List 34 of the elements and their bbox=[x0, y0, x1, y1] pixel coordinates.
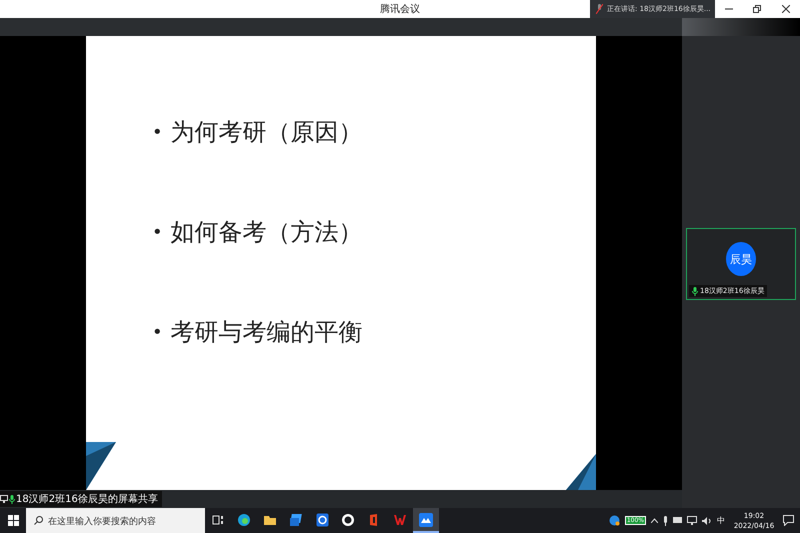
window-title: 腾讯会议 bbox=[380, 2, 420, 16]
edge-icon bbox=[237, 512, 251, 526]
task-view-icon bbox=[212, 514, 224, 526]
close-icon[interactable] bbox=[782, 5, 790, 13]
microphone-icon[interactable] bbox=[663, 516, 668, 526]
restore-icon[interactable] bbox=[753, 5, 762, 13]
bullet-mark: • bbox=[152, 122, 163, 142]
meeting-icon bbox=[419, 512, 433, 526]
share-label-text: 18汉师2班16徐辰昊的屏幕共享 bbox=[16, 492, 158, 506]
corner-decoration bbox=[86, 442, 116, 490]
bullet-mark: • bbox=[152, 322, 163, 342]
bullet-mark: • bbox=[152, 222, 163, 242]
muted-microphone-icon bbox=[596, 4, 603, 14]
folder-icon bbox=[263, 514, 277, 526]
cards-icon bbox=[289, 512, 303, 526]
slide-bullet-text: 如何备考（方法） bbox=[170, 217, 363, 248]
notification-icon[interactable] bbox=[783, 515, 794, 526]
screen-icon bbox=[0, 495, 8, 503]
caret-icon[interactable] bbox=[651, 518, 658, 523]
speaker-icon[interactable] bbox=[702, 516, 712, 524]
office-icon bbox=[368, 512, 380, 526]
search-icon bbox=[34, 516, 43, 525]
slide-bullet-text: 为何考研（原因） bbox=[170, 117, 363, 148]
input-method-indicator[interactable]: 中 bbox=[717, 515, 725, 526]
ring-icon bbox=[341, 512, 355, 526]
corner-decoration bbox=[566, 454, 596, 490]
help-icon[interactable] bbox=[608, 515, 620, 526]
taskbar-app[interactable] bbox=[413, 508, 439, 533]
avatar: 辰昊 bbox=[726, 242, 756, 276]
note-icon bbox=[316, 512, 328, 526]
slide-bullet-text: 考研与考编的平衡 bbox=[170, 317, 363, 348]
wps-icon bbox=[393, 512, 407, 526]
search-field[interactable]: 在这里输入你要搜索的内容 bbox=[26, 508, 205, 533]
windows-icon bbox=[8, 515, 18, 526]
